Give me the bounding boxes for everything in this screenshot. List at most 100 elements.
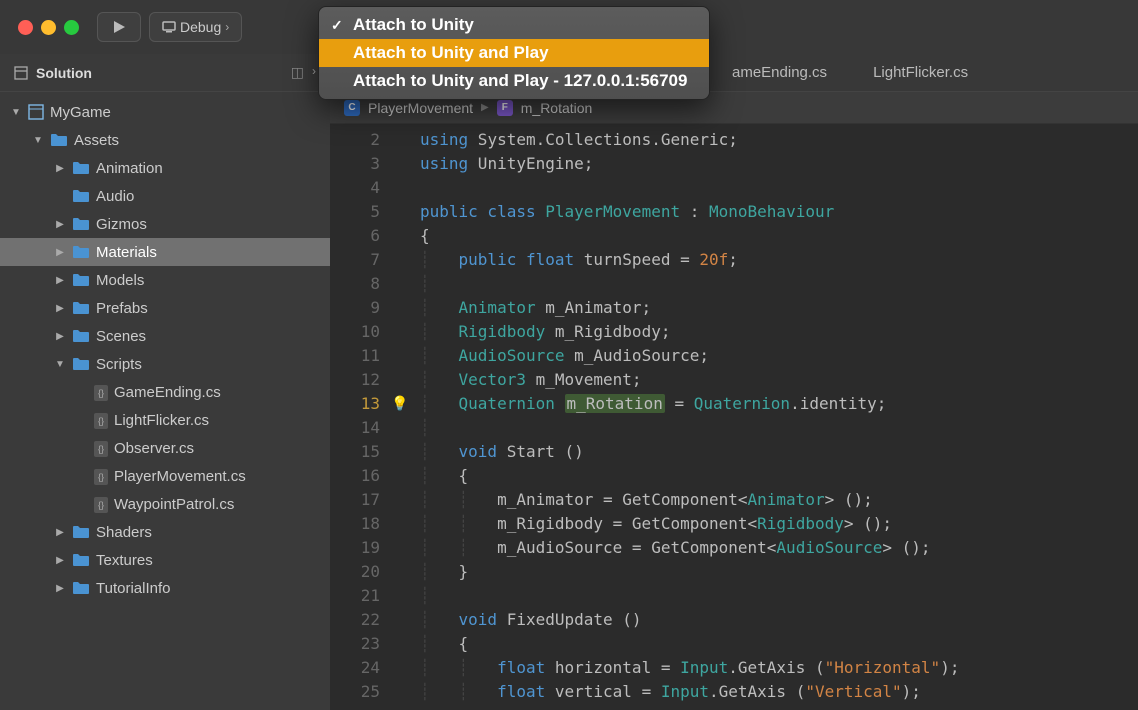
code-line[interactable]: ┊ ┊ float vertical = Input.GetAxis ("Ver… — [410, 680, 1138, 704]
folder-icon — [72, 189, 90, 203]
project-node[interactable]: ▼MyGame — [0, 98, 330, 126]
chevron-right-icon: ▶ — [54, 247, 66, 258]
chevron-down-icon: ▼ — [32, 135, 44, 146]
folder-icon — [72, 357, 90, 371]
line-number: 18 — [330, 512, 380, 536]
code-line[interactable]: ┊ void Start () — [410, 440, 1138, 464]
code-line[interactable]: using System.Collections.Generic; — [410, 128, 1138, 152]
dropdown-item-label: Attach to Unity and Play — [353, 43, 549, 63]
line-number: 8 — [330, 272, 380, 296]
editor-tab[interactable]: ameEnding.cs — [710, 54, 849, 91]
run-configuration-selector[interactable]: Debug › — [149, 12, 242, 42]
code-line[interactable]: ┊ — [410, 584, 1138, 608]
folder-node[interactable]: ▶Gizmos — [0, 210, 330, 238]
folder-node[interactable]: ▶Textures — [0, 546, 330, 574]
folder-icon — [72, 329, 90, 343]
chevron-right-icon[interactable]: › — [312, 64, 316, 81]
line-number: 16 — [330, 464, 380, 488]
csharp-file-icon: {} — [94, 411, 108, 429]
code-line[interactable]: ┊ Vector3 m_Movement; — [410, 368, 1138, 392]
editor-tab[interactable]: LightFlicker.cs — [851, 54, 990, 91]
file-node[interactable]: {}Observer.cs — [0, 434, 330, 462]
zoom-window-button[interactable] — [64, 20, 79, 35]
file-node[interactable]: {}GameEnding.cs — [0, 378, 330, 406]
code-line[interactable] — [410, 176, 1138, 200]
node-label: Assets — [74, 132, 119, 149]
code-line[interactable]: public class PlayerMovement : MonoBehavi… — [410, 200, 1138, 224]
field-icon: F — [497, 100, 513, 116]
folder-node[interactable]: Audio — [0, 182, 330, 210]
code-line[interactable]: ┊ Quaternion m_Rotation = Quaternion.ide… — [410, 392, 1138, 416]
code-editor[interactable]: 2345678910111213141516171819202122232425… — [330, 124, 1138, 710]
editor-area: ameEnding.csLightFlicker.cs C PlayerMove… — [330, 54, 1138, 710]
dropdown-item[interactable]: Attach to Unity and Play — [319, 39, 709, 67]
node-label: Animation — [96, 160, 163, 177]
folder-node[interactable]: ▶ Prefabs — [0, 294, 330, 322]
folder-node[interactable]: ▶Scenes — [0, 322, 330, 350]
code-line[interactable]: ┊ { — [410, 464, 1138, 488]
folder-node[interactable]: ▼ Assets — [0, 126, 330, 154]
line-number: 15 — [330, 440, 380, 464]
line-number: 19 — [330, 536, 380, 560]
file-node[interactable]: {}PlayerMovement.cs — [0, 462, 330, 490]
chevron-down-icon: ▼ — [10, 107, 22, 118]
csharp-file-icon: {} — [94, 495, 108, 513]
code-line[interactable]: ┊ { — [410, 632, 1138, 656]
line-number: 5 — [330, 200, 380, 224]
chevron-right-icon: ▶ — [54, 275, 66, 286]
line-number: 2 — [330, 128, 380, 152]
window-controls — [8, 20, 89, 35]
code-line[interactable]: ┊ } — [410, 560, 1138, 584]
device-icon — [162, 21, 176, 33]
solution-sidebar: Solution ◫ › ▼MyGame▼Assets▶AnimationAud… — [0, 54, 330, 710]
dropdown-item[interactable]: Attach to Unity and Play - 127.0.0.1:567… — [319, 67, 709, 95]
file-node[interactable]: {} LightFlicker.cs — [0, 406, 330, 434]
close-window-button[interactable] — [18, 20, 33, 35]
folder-icon — [72, 525, 90, 539]
file-node[interactable]: {} WaypointPatrol.cs — [0, 490, 330, 518]
dropdown-item-label: Attach to Unity — [353, 15, 474, 35]
node-label: WaypointPatrol.cs — [114, 496, 234, 513]
lightbulb-icon[interactable]: 💡 — [391, 392, 408, 416]
chevron-right-icon: ▶ — [54, 219, 66, 230]
folder-icon — [50, 133, 68, 147]
code-line[interactable]: { — [410, 224, 1138, 248]
code-line[interactable]: ┊ Rigidbody m_Rigidbody; — [410, 320, 1138, 344]
folder-node[interactable]: ▶ Materials — [0, 238, 330, 266]
chevron-down-icon: ▼ — [54, 359, 66, 370]
panel-icon[interactable]: ◫ — [291, 64, 304, 81]
code-line[interactable]: ┊ public float turnSpeed = 20f; — [410, 248, 1138, 272]
play-icon — [112, 20, 126, 34]
dropdown-item[interactable]: ✓Attach to Unity — [319, 11, 709, 39]
node-label: Materials — [96, 244, 157, 261]
folder-icon — [72, 161, 90, 175]
code-line[interactable]: ┊ ┊ float horizontal = Input.GetAxis ("H… — [410, 656, 1138, 680]
folder-node[interactable]: ▶Models — [0, 266, 330, 294]
folder-node[interactable]: ▶TutorialInfo — [0, 574, 330, 602]
code-line[interactable]: using UnityEngine; — [410, 152, 1138, 176]
node-label: Scripts — [96, 356, 142, 373]
chevron-right-icon: ▶ — [54, 303, 66, 314]
code-line[interactable]: ┊ — [410, 416, 1138, 440]
folder-node[interactable]: ▶Shaders — [0, 518, 330, 546]
code-line[interactable]: ┊ — [410, 272, 1138, 296]
minimize-window-button[interactable] — [41, 20, 56, 35]
folder-node[interactable]: ▶Animation — [0, 154, 330, 182]
breadcrumb-member: m_Rotation — [521, 100, 593, 116]
node-label: LightFlicker.cs — [114, 412, 209, 429]
run-button[interactable] — [97, 12, 141, 42]
csharp-file-icon: {} — [94, 383, 108, 401]
code-body[interactable]: using System.Collections.Generic;using U… — [410, 124, 1138, 710]
config-label: Debug — [180, 19, 221, 35]
code-line[interactable]: ┊ ┊ m_Animator = GetComponent<Animator> … — [410, 488, 1138, 512]
node-label: Audio — [96, 188, 134, 205]
code-line[interactable]: ┊ ┊ m_Rigidbody = GetComponent<Rigidbody… — [410, 512, 1138, 536]
folder-node[interactable]: ▼ Scripts — [0, 350, 330, 378]
code-line[interactable]: ┊ ┊ m_AudioSource = GetComponent<AudioSo… — [410, 536, 1138, 560]
folder-icon — [72, 273, 90, 287]
code-line[interactable]: ┊ Animator m_Animator; — [410, 296, 1138, 320]
node-label: Prefabs — [96, 300, 148, 317]
line-number: 12 — [330, 368, 380, 392]
code-line[interactable]: ┊ void FixedUpdate () — [410, 608, 1138, 632]
code-line[interactable]: ┊ AudioSource m_AudioSource; — [410, 344, 1138, 368]
